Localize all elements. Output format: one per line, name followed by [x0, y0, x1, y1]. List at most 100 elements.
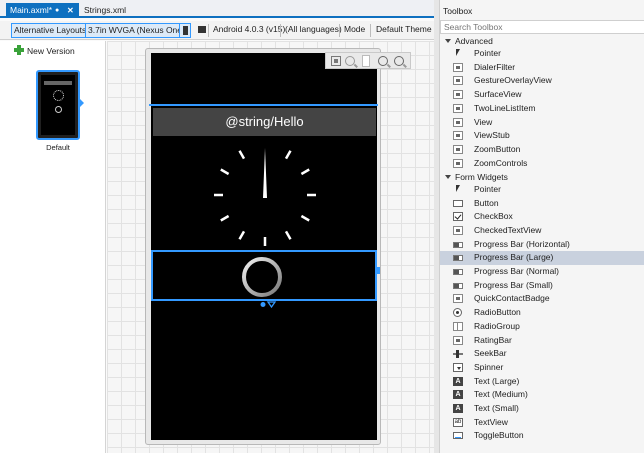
- toolbox-item-label: RatingBar: [474, 334, 512, 345]
- toolbox-item-label: ViewStub: [474, 130, 510, 141]
- analog-clock[interactable]: [210, 140, 320, 250]
- zoom-controls: [325, 52, 411, 69]
- toolbox-item[interactable]: SeekBar: [440, 347, 644, 361]
- tab-main-axml[interactable]: Main.axml* ● ✕: [6, 3, 79, 18]
- pointer-icon: [456, 49, 460, 56]
- toolbox-item[interactable]: A Text (Small): [440, 402, 644, 416]
- toolbox-item[interactable]: ViewStub: [440, 129, 644, 143]
- category-label: Advanced: [455, 36, 493, 46]
- theme-selector[interactable]: Default Theme: [374, 23, 434, 38]
- zoom-out-icon[interactable]: [394, 56, 404, 66]
- mode-selector[interactable]: Mode: [342, 23, 367, 38]
- variant-arrow-icon: [80, 99, 84, 107]
- toolbox-item[interactable]: Progress Bar (Normal): [440, 265, 644, 279]
- seekbar-icon: [453, 350, 463, 359]
- toolbar-separator: [208, 24, 209, 37]
- toolbox-item[interactable]: QuickContactBadge: [440, 292, 644, 306]
- language-selector[interactable]: (All languages): [283, 23, 344, 38]
- widget-icon: [453, 158, 463, 168]
- designer-toolbar: Alternative Layouts 3.7in WVGA (Nexus On…: [0, 21, 434, 40]
- toolbox-item[interactable]: RatingBar: [440, 334, 644, 348]
- toolbox-item[interactable]: RadioGroup: [440, 320, 644, 334]
- clock-tick: [284, 150, 292, 160]
- toolbox-item-label: TwoLineListItem: [474, 102, 536, 113]
- new-version-button[interactable]: New Version: [14, 45, 75, 57]
- toolbox-search-input[interactable]: [440, 20, 644, 34]
- text-icon: A: [453, 404, 463, 413]
- toolbox-item-label: RadioGroup: [474, 320, 520, 331]
- selection-handles[interactable]: [260, 301, 278, 309]
- toolbox-item[interactable]: CheckBox: [440, 210, 644, 224]
- progress-spinner: [242, 257, 282, 297]
- toolbox-item[interactable]: CheckedTextView: [440, 224, 644, 238]
- radio-icon: [453, 308, 462, 318]
- tab-strings-xml[interactable]: Strings.xml: [80, 3, 130, 18]
- toolbox-item-label: RadioButton: [474, 307, 521, 318]
- toolbox-title: Toolbox: [443, 6, 473, 16]
- toolbox-item[interactable]: A Text (Medium): [440, 388, 644, 402]
- toolbox-item[interactable]: View: [440, 116, 644, 130]
- button-icon: [453, 199, 463, 207]
- toolbox-item[interactable]: ab TextView: [440, 416, 644, 430]
- clock-tick: [220, 168, 230, 176]
- orientation-button[interactable]: [179, 23, 191, 38]
- expand-triangle-icon: [445, 174, 451, 179]
- text-icon: A: [453, 390, 463, 400]
- zoom-slider[interactable]: [362, 55, 370, 67]
- widget-icon: [453, 117, 463, 127]
- spinner-icon: [453, 362, 463, 372]
- widget-icon: [453, 76, 463, 86]
- toolbox-category-form-widgets[interactable]: Form Widgets: [440, 171, 644, 183]
- clock-tick: [284, 230, 292, 240]
- toolbox-category-advanced[interactable]: Advanced: [440, 35, 644, 47]
- toolbox-item[interactable]: Button: [440, 197, 644, 211]
- widget-icon: [453, 144, 463, 154]
- tab-main-label: Main.axml*: [10, 5, 53, 15]
- toolbox-item[interactable]: Spinner: [440, 361, 644, 375]
- screen-icon: [198, 26, 206, 33]
- toolbox-item[interactable]: GestureOverlayView: [440, 74, 644, 88]
- pin-icon[interactable]: ●: [55, 3, 59, 18]
- thumbnail-screen: [41, 75, 75, 135]
- toolbox-item[interactable]: ZoomControls: [440, 157, 644, 171]
- plus-icon: [14, 45, 24, 55]
- zoom-actual-icon[interactable]: [345, 56, 355, 66]
- expand-triangle-icon: [445, 39, 451, 43]
- toolbox-item[interactable]: ToggleButton: [440, 429, 644, 443]
- category-label: Form Widgets: [455, 171, 508, 182]
- toolbox-item[interactable]: DialerFilter: [440, 61, 644, 75]
- toolbox-item-label: ZoomButton: [474, 143, 521, 154]
- thumbnail-title: [44, 81, 72, 85]
- hello-text-view[interactable]: @string/Hello: [153, 108, 376, 136]
- grid-icon: [453, 321, 463, 331]
- widget-icon: [453, 90, 463, 100]
- toolbox-item[interactable]: TwoLineListItem: [440, 102, 644, 116]
- toolbox-item[interactable]: A Text (Large): [440, 375, 644, 389]
- toolbox-item[interactable]: Progress Bar (Small): [440, 279, 644, 293]
- toolbar-separator: [370, 24, 371, 37]
- device-selector[interactable]: 3.7in WVGA (Nexus One): [85, 23, 188, 38]
- api-level-selector[interactable]: Android 4.0.3 (v15): [211, 23, 287, 38]
- toolbox-item[interactable]: ZoomButton: [440, 143, 644, 157]
- toolbox-item-label: QuickContactBadge: [474, 293, 550, 304]
- thumbnail-spinner: [55, 106, 62, 113]
- toolbox-item-label: Progress Bar (Normal): [474, 266, 560, 276]
- toolbox-item[interactable]: SurfaceView: [440, 88, 644, 102]
- zoom-in-icon[interactable]: [378, 56, 388, 66]
- close-icon[interactable]: ✕: [67, 3, 74, 18]
- toolbar-separator: [339, 24, 340, 37]
- alternative-layouts-button[interactable]: Alternative Layouts: [11, 23, 90, 38]
- zoom-fit-icon[interactable]: [331, 56, 341, 66]
- clock-hand: [263, 148, 267, 198]
- toolbox-item[interactable]: RadioButton: [440, 306, 644, 320]
- screen-icon-button[interactable]: [196, 23, 208, 38]
- default-variant-thumbnail[interactable]: [36, 70, 80, 140]
- toolbox-item[interactable]: Pointer: [440, 183, 644, 197]
- toolbox-item[interactable]: Progress Bar (Horizontal): [440, 238, 644, 252]
- resize-handle-right[interactable]: [377, 267, 380, 274]
- toolbox-item-label: Text (Small): [474, 403, 519, 413]
- toolbox-item-label: Progress Bar (Small): [474, 279, 553, 290]
- toolbox-item-label: Text (Medium): [474, 389, 528, 400]
- toolbox-item[interactable]: Pointer: [440, 47, 644, 61]
- toolbox-item[interactable]: Progress Bar (Large): [440, 251, 644, 265]
